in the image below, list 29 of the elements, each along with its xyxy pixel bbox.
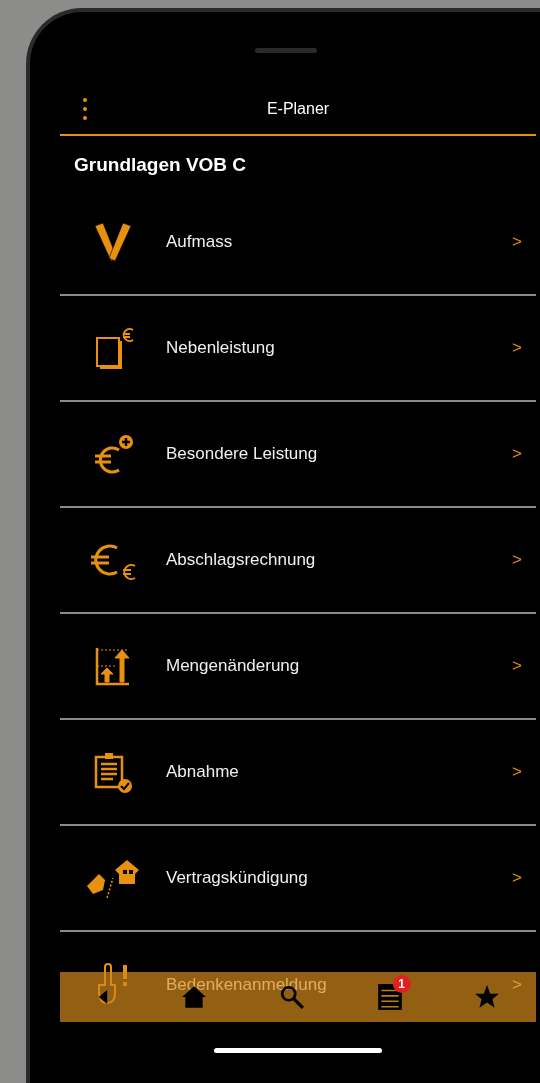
chevron-icon: >: [512, 444, 522, 464]
menu-list-item[interactable]: Nebenleistung >: [60, 296, 536, 402]
menu-item-label: Besondere Leistung: [166, 444, 318, 464]
menu-item-label: Vertragskündigung: [166, 868, 308, 888]
menu-item-label: Abschlagsrechnung: [166, 550, 316, 570]
more-menu-icon[interactable]: [82, 97, 88, 121]
section-title: Grundlagen VOB C: [73, 153, 248, 177]
notification-badge: 1: [392, 975, 411, 993]
menu-item-label: Abnahme: [166, 762, 239, 782]
menu-item-label: Nebenleistung: [166, 338, 275, 358]
app-title: E-Planer: [266, 100, 330, 118]
menu-list-item[interactable]: Vertragskündigung >: [60, 826, 536, 932]
star-icon[interactable]: [474, 984, 501, 1010]
chevron-icon: >: [512, 975, 522, 995]
menu-list-item[interactable]: Mengenänderung >: [60, 614, 536, 720]
menu-item-label: Bedenkenanmeldung: [166, 975, 327, 995]
chevron-icon: >: [512, 762, 522, 782]
chevron-icon: >: [512, 656, 522, 676]
chevron-icon: >: [512, 868, 522, 888]
menu-list-item[interactable]: Aufmass >: [60, 190, 536, 296]
chevron-icon: >: [512, 232, 522, 252]
menu-list-item[interactable]: Besondere Leistung >: [60, 402, 536, 508]
chevron-icon: >: [512, 338, 522, 358]
menu-item-label: Aufmass: [166, 232, 233, 252]
menu-item-label: Mengenänderung: [166, 656, 300, 676]
menu-list-item[interactable]: Abschlagsrechnung >: [60, 508, 536, 614]
chevron-icon: >: [512, 550, 522, 570]
menu-list-item[interactable]: Abnahme >: [60, 720, 536, 826]
speaker-grille: [255, 48, 317, 53]
